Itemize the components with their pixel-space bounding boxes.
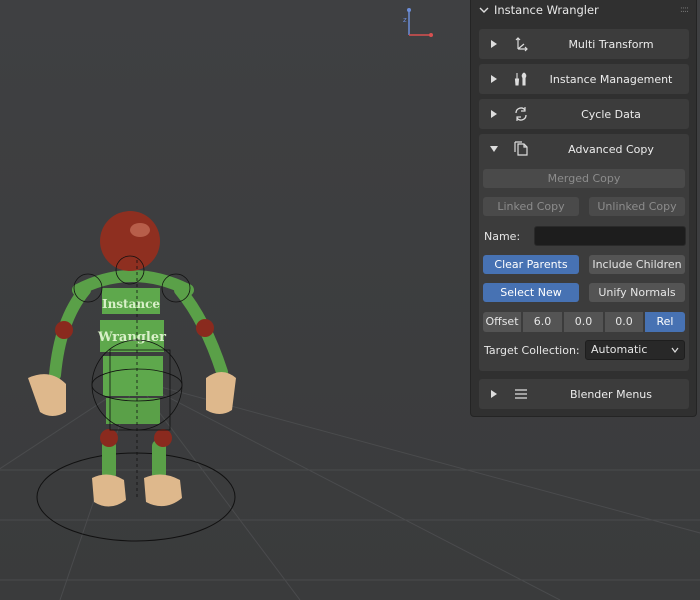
menu-icon: [515, 389, 527, 399]
section-label: Blender Menus: [569, 387, 653, 401]
name-label: Name:: [484, 230, 521, 243]
model-text-top: Instance: [102, 297, 160, 311]
expand-arrow-icon: [491, 110, 497, 118]
instance-wrangler-panel: Instance Wrangler :::: Multi Transform I…: [470, 0, 697, 417]
section-blender-menus[interactable]: Blender Menus: [479, 379, 689, 409]
include-children-toggle[interactable]: Include Children: [589, 255, 685, 274]
chevron-down-icon: [479, 7, 489, 13]
section-cycle-data[interactable]: Cycle Data: [479, 99, 689, 129]
advanced-copy-header[interactable]: Advanced Copy: [479, 134, 689, 164]
section-label: Instance Management: [549, 72, 673, 86]
section-advanced-copy: Advanced Copy Merged Copy Linked Copy Un…: [479, 134, 689, 371]
offset-y-field[interactable]: 0.0: [564, 312, 604, 332]
section-label: Cycle Data: [581, 107, 641, 121]
tools-icon: [514, 72, 527, 86]
section-multi-transform[interactable]: Multi Transform: [479, 29, 689, 59]
target-collection-value: Automatic: [591, 343, 648, 356]
offset-row: Offset 6.0 0.0 0.0 Rel: [483, 312, 685, 332]
clear-parents-toggle[interactable]: Clear Parents: [483, 255, 579, 274]
drag-handle-icon[interactable]: ::::: [680, 5, 689, 15]
offset-label: Offset: [483, 312, 522, 332]
expand-arrow-icon: [491, 390, 497, 398]
svg-text:z: z: [403, 16, 407, 24]
chevron-down-icon: [671, 347, 679, 353]
copy-icon: [514, 141, 528, 156]
model-text-bottom: Wrangler: [97, 330, 166, 345]
section-label: Multi Transform: [568, 37, 654, 51]
panel-header[interactable]: Instance Wrangler ::::: [471, 0, 696, 20]
section-instance-management[interactable]: Instance Management: [479, 64, 689, 94]
cycle-icon: [515, 107, 527, 121]
expand-arrow-icon: [491, 75, 497, 83]
transform-icon: [515, 37, 528, 52]
robot-model[interactable]: Instance Wrangler: [28, 211, 236, 507]
target-collection-label: Target Collection:: [484, 344, 580, 357]
section-label: Advanced Copy: [568, 142, 654, 156]
expand-arrow-icon: [491, 40, 497, 48]
linked-copy-button[interactable]: Linked Copy: [483, 197, 579, 216]
offset-x-field[interactable]: 6.0: [523, 312, 563, 332]
ground-circle: [36, 452, 236, 542]
rel-toggle[interactable]: Rel: [645, 312, 685, 332]
offset-z-field[interactable]: 0.0: [605, 312, 644, 332]
panel-title: Instance Wrangler: [494, 3, 599, 17]
select-new-toggle[interactable]: Select New: [483, 283, 579, 302]
name-field[interactable]: [534, 226, 686, 246]
unify-normals-toggle[interactable]: Unify Normals: [589, 283, 685, 302]
merged-copy-button[interactable]: Merged Copy: [483, 169, 685, 188]
unlinked-copy-button[interactable]: Unlinked Copy: [589, 197, 685, 216]
collapse-arrow-icon: [490, 146, 498, 152]
axis-gizmo-icon[interactable]: z: [403, 8, 433, 37]
target-collection-dropdown[interactable]: Automatic: [585, 340, 685, 360]
